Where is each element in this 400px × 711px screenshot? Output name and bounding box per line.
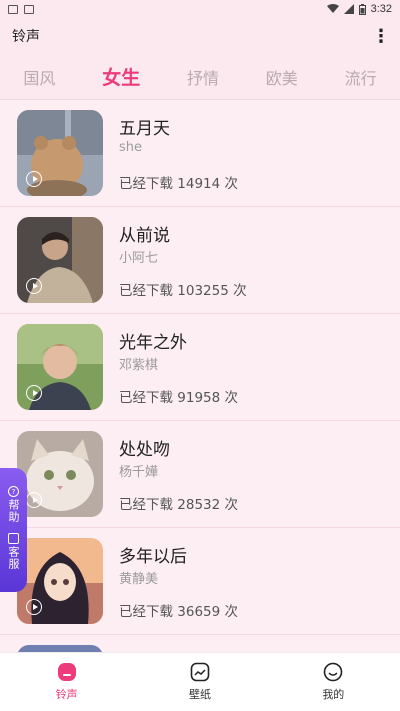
- wifi-icon: [326, 4, 339, 13]
- tab-nvsheng[interactable]: 女生: [94, 59, 148, 94]
- signal-icon: [343, 4, 354, 14]
- wallpaper-icon: [190, 662, 210, 682]
- play-icon[interactable]: [26, 385, 42, 401]
- ringtone-icon: [57, 663, 76, 681]
- bottom-navigation: 铃声 壁纸 我的: [0, 652, 400, 711]
- list-item[interactable]: 多年以后 黄静美 已经下载 36659 次: [0, 528, 400, 635]
- status-bar: 3:32: [0, 0, 400, 18]
- song-info: 光年之外 邓紫棋 已经下载 91958 次: [119, 324, 400, 410]
- tab-guofeng[interactable]: 国风: [15, 61, 63, 93]
- image-notification-icon: [8, 4, 18, 14]
- status-right: 3:32: [326, 3, 392, 15]
- floating-help-panel: ? 帮助 客服: [0, 468, 27, 592]
- tab-liuxing[interactable]: 流行: [337, 61, 385, 93]
- song-artist: 杨千嬅: [119, 465, 159, 480]
- tab-shuqing[interactable]: 抒情: [179, 61, 227, 93]
- download-count: 已经下载 36659 次: [119, 604, 239, 620]
- song-artist: 小阿七: [119, 251, 159, 266]
- nav-ringtone[interactable]: 铃声: [27, 662, 107, 702]
- download-count: 已经下载 103255 次: [119, 283, 247, 299]
- notification-icons: [8, 4, 34, 14]
- list-item[interactable]: 光年之外 邓紫棋 已经下载 91958 次: [0, 314, 400, 421]
- song-cover: [17, 538, 103, 624]
- song-title: 从前说: [119, 226, 170, 246]
- song-title: 处处吻: [119, 440, 170, 460]
- song-cover: [17, 217, 103, 303]
- download-count: 已经下载 14914 次: [119, 176, 239, 192]
- play-icon[interactable]: [26, 599, 42, 615]
- download-count: 已经下载 91958 次: [119, 390, 239, 406]
- song-info: 五月天 she 已经下载 14914 次: [119, 110, 400, 196]
- help-button[interactable]: ? 帮助: [7, 486, 20, 523]
- category-tabs: 国风 女生 抒情 欧美 流行: [0, 54, 400, 100]
- service-button[interactable]: 客服: [7, 533, 20, 570]
- nav-wallpaper[interactable]: 壁纸: [160, 662, 240, 702]
- song-title: 五月天: [119, 119, 170, 139]
- song-info: 处处吻 杨千嬅 已经下载 28532 次: [119, 431, 400, 517]
- clock: 3:32: [370, 3, 392, 15]
- song-cover: [17, 324, 103, 410]
- service-label: 客服: [7, 546, 20, 570]
- nav-label: 壁纸: [188, 688, 211, 701]
- nav-label: 铃声: [55, 688, 78, 701]
- mail-icon: [8, 533, 19, 544]
- download-count: 已经下载 28532 次: [119, 497, 239, 513]
- profile-icon: [324, 662, 343, 682]
- more-vert-icon[interactable]: ⋮: [372, 26, 390, 47]
- play-icon[interactable]: [26, 278, 42, 294]
- app-notification-icon: [24, 4, 34, 14]
- app-bar: 铃声 ⋮: [0, 18, 400, 54]
- battery-icon: [358, 3, 366, 15]
- page-title: 铃声: [12, 29, 40, 45]
- list-item[interactable]: 从前说 小阿七 已经下载 103255 次: [0, 207, 400, 314]
- list-item[interactable]: 五月天 she 已经下载 14914 次: [0, 100, 400, 207]
- song-cover: [17, 431, 103, 517]
- song-cover: [17, 110, 103, 196]
- song-title: 光年之外: [119, 333, 187, 353]
- help-label: 帮助: [7, 499, 20, 523]
- song-info: 从前说 小阿七 已经下载 103255 次: [119, 217, 400, 303]
- song-info: 多年以后 黄静美 已经下载 36659 次: [119, 538, 400, 624]
- tab-oumei[interactable]: 欧美: [258, 61, 306, 93]
- nav-label: 我的: [322, 688, 345, 701]
- play-icon[interactable]: [26, 492, 42, 508]
- help-icon: ?: [8, 486, 19, 497]
- play-icon[interactable]: [26, 171, 42, 187]
- nav-profile[interactable]: 我的: [293, 662, 373, 702]
- list-item[interactable]: 处处吻 杨千嬅 已经下载 28532 次: [0, 421, 400, 528]
- ringtone-list: 五月天 she 已经下载 14914 次 从前说 小阿七 已经下载 103255…: [0, 100, 400, 711]
- song-artist: 邓紫棋: [119, 358, 159, 373]
- song-title: 多年以后: [119, 547, 187, 567]
- song-artist: she: [119, 140, 143, 155]
- song-artist: 黄静美: [119, 572, 159, 587]
